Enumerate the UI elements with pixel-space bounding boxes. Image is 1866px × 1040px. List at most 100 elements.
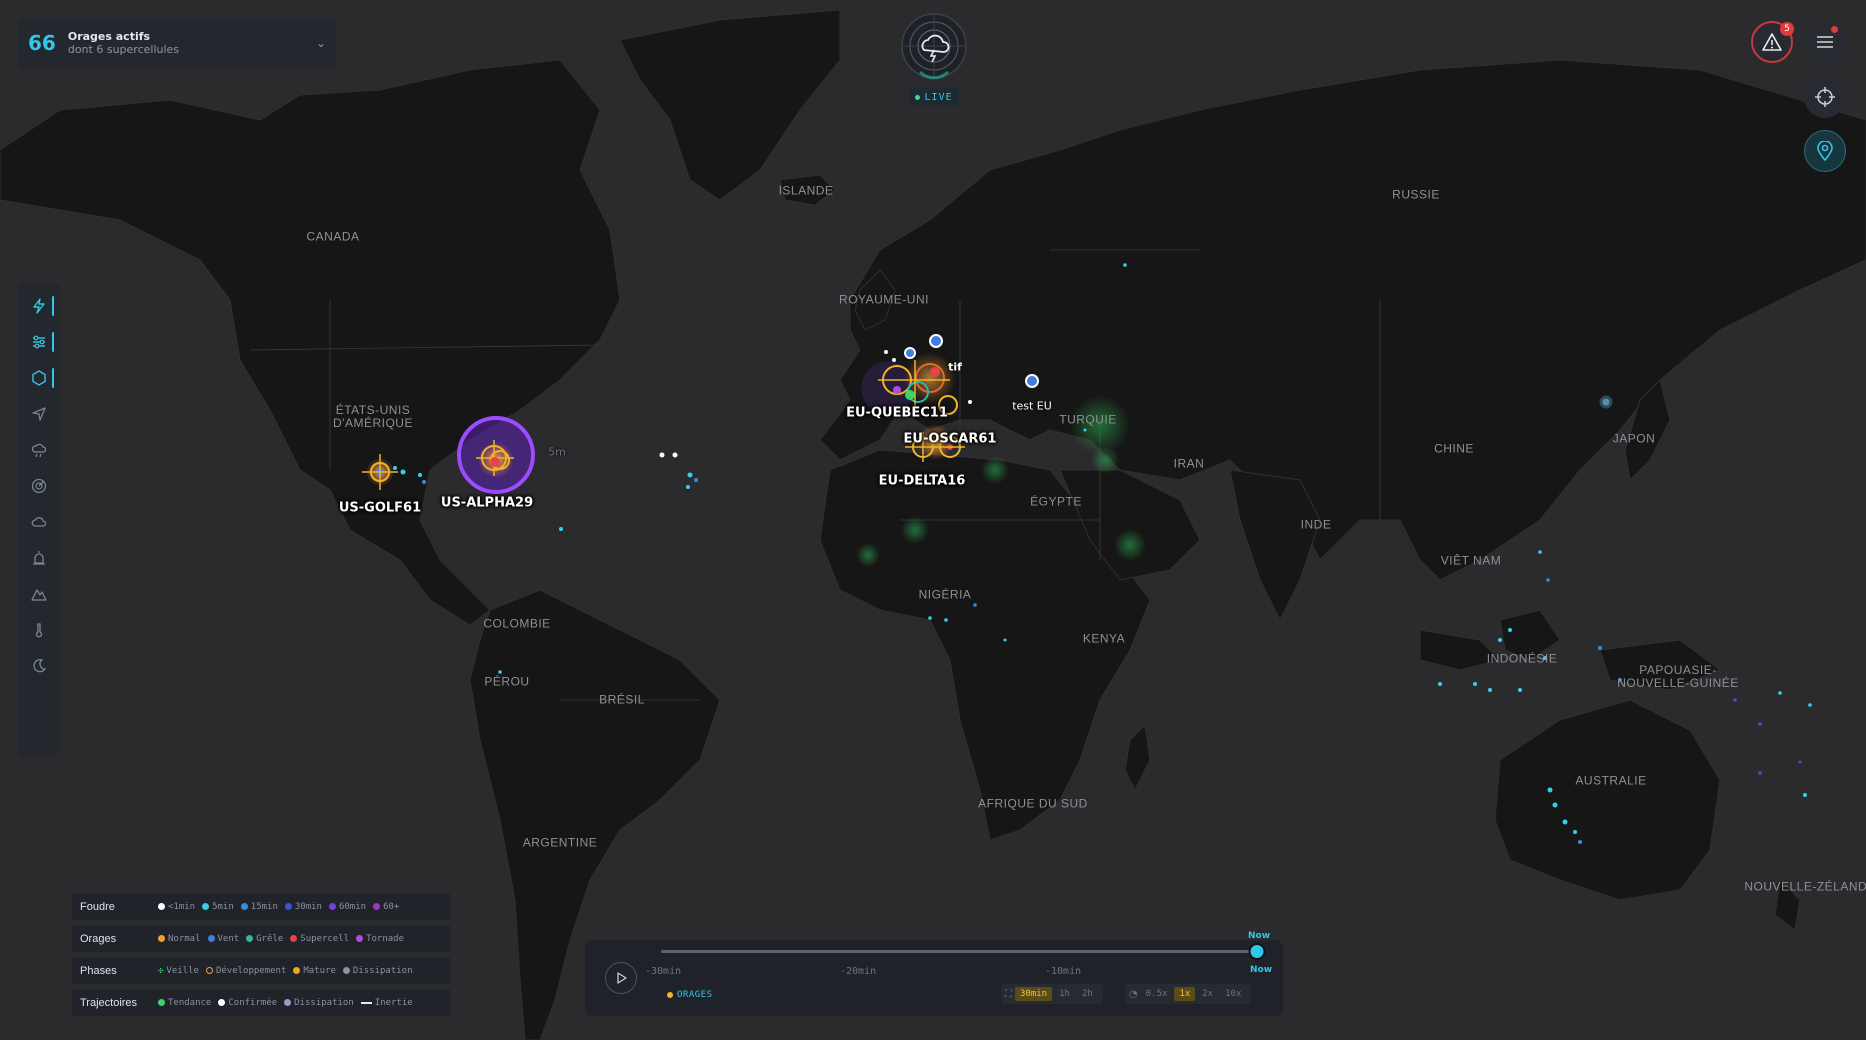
legend-item[interactable]: Développement — [205, 966, 286, 976]
legend-swatch: ✣ — [158, 965, 164, 976]
tool-cloud[interactable] — [18, 504, 60, 540]
map-pin-icon — [1817, 141, 1833, 161]
active-storms-panel[interactable]: 66 Orages actifs dont 6 supercellules ⌄ — [18, 18, 336, 68]
legend-item[interactable]: Inertie — [360, 998, 413, 1008]
speed-option[interactable]: 0.5x — [1141, 987, 1173, 1001]
active-indicator — [52, 332, 54, 352]
tool-radar[interactable] — [18, 468, 60, 504]
expand-icon: ⛶ — [1005, 988, 1012, 1000]
storm-label[interactable]: US-ALPHA29 — [441, 496, 533, 511]
rain-cloud-icon — [31, 443, 47, 458]
legend-item-label: 60+ — [383, 901, 400, 912]
country-label-iran: IRAN — [1173, 456, 1205, 471]
country-label-russie: RUSSIE — [1392, 187, 1440, 202]
layer-toolbar — [18, 283, 60, 756]
legend-item[interactable]: <1min — [158, 902, 195, 912]
alerts-badge: 5 — [1780, 22, 1794, 36]
menu-button[interactable] — [1804, 21, 1846, 63]
legend-item[interactable]: 5min — [202, 902, 234, 912]
layers-sliders-icon — [33, 335, 45, 349]
station-label[interactable]: test EU — [1012, 400, 1052, 413]
storm-marker-us-alpha29[interactable] — [457, 416, 535, 494]
legend-item[interactable]: Tornade — [356, 934, 404, 944]
world-map[interactable] — [0, 0, 1866, 1040]
duration-option[interactable]: 30min — [1015, 987, 1053, 1001]
legend-item[interactable]: Tendance — [158, 998, 211, 1008]
country-label-inde: INDE — [1300, 517, 1332, 532]
storm-label[interactable]: EU-DELTA16 — [879, 474, 966, 489]
legend-item[interactable]: Confirmée — [218, 998, 277, 1008]
country-label-usa: ÉTATS-UNIS D'AMÉRIQUE — [333, 403, 413, 430]
layer-tag: ORAGES — [667, 990, 713, 1000]
play-button[interactable] — [605, 962, 637, 994]
tool-night[interactable] — [18, 648, 60, 684]
legend-item[interactable]: 60min — [328, 902, 366, 912]
tool-hexagon[interactable] — [18, 360, 60, 396]
country-label-bresil: BRÉSIL — [599, 692, 645, 707]
tool-alarm[interactable] — [18, 540, 60, 576]
legend-item-label: Mature — [303, 965, 336, 976]
storm-label[interactable]: EU-QUEBEC11 — [846, 406, 948, 421]
storm-label[interactable]: US-GOLF61 — [339, 501, 421, 516]
legend-category: Foudre — [80, 900, 115, 913]
timeline-handle[interactable] — [1248, 943, 1266, 960]
country-label-egypte: ÉGYPTE — [1030, 494, 1082, 509]
legend-item[interactable]: Normal — [158, 934, 201, 944]
tool-temperature[interactable] — [18, 612, 60, 648]
tool-layers[interactable] — [18, 324, 60, 360]
storm-label[interactable]: EU-OSCAR61 — [904, 432, 997, 447]
speed-option[interactable]: 2x — [1197, 987, 1218, 1001]
supercell-count: dont 6 supercellules — [67, 43, 180, 56]
legend-item[interactable]: 30min — [284, 901, 322, 912]
legend-item[interactable]: 60+ — [373, 902, 399, 912]
legend-item[interactable]: Dissipation — [284, 998, 354, 1008]
speed-option[interactable]: 1x — [1174, 987, 1196, 1001]
legend-item[interactable]: Dissipation — [342, 966, 413, 976]
legend-item-label: Confirmée — [228, 997, 278, 1008]
duration-option[interactable]: 1h — [1054, 987, 1075, 1001]
tool-navigation[interactable] — [18, 396, 60, 432]
alarm-icon — [33, 551, 45, 565]
country-label-nz: NOUVELLE-ZÉLANDE — [1744, 879, 1866, 894]
country-label-colombie: COLOMBIE — [483, 616, 551, 631]
country-label-nigeria: NIGÉRIA — [918, 587, 972, 602]
legend-item-label: Supercell — [300, 933, 350, 944]
play-icon — [617, 972, 627, 984]
legend-item-label: Grêle — [256, 933, 284, 944]
legend-swatch — [293, 967, 301, 974]
legend-item[interactable]: Vent — [207, 934, 239, 944]
navigation-icon — [32, 407, 46, 421]
radar-logo-icon[interactable] — [900, 12, 968, 80]
speed-selector: ◔ 0.5x 1x 2x 10x — [1125, 984, 1252, 1004]
timeline-track[interactable] — [661, 943, 1266, 960]
legend-row-foudre: Foudre <1min 5min 15min 30min 60min 60+ — [72, 893, 450, 920]
legend-item[interactable]: Mature — [293, 966, 336, 976]
tool-lightning[interactable] — [18, 288, 60, 324]
tool-terrain[interactable] — [18, 576, 60, 612]
recenter-button[interactable] — [1804, 76, 1846, 118]
legend-item[interactable]: Supercell — [290, 934, 349, 944]
duration-option[interactable]: 2h — [1077, 987, 1098, 1001]
legend-item-label: <1min — [168, 901, 196, 912]
legend-item[interactable]: 15min — [240, 902, 278, 912]
legend-item[interactable]: Grêle — [246, 934, 283, 944]
legend-item-label: 30min — [294, 901, 322, 912]
location-button[interactable] — [1804, 130, 1846, 172]
speed-option[interactable]: 10x — [1220, 987, 1246, 1001]
cloud-icon — [31, 517, 47, 527]
country-label-papouasie: PAPOUASIE- NOUVELLE-GUINÉE — [1617, 663, 1739, 690]
legend-swatch — [284, 903, 292, 910]
tool-rain[interactable] — [18, 432, 60, 468]
legend-item[interactable]: ✣ Veille — [158, 966, 199, 976]
country-label-indonesie: INDONÉSIE — [1486, 651, 1558, 666]
legend-item-label: Veille — [166, 965, 199, 976]
notification-dot — [1831, 26, 1838, 33]
chevron-down-icon[interactable]: ⌄ — [316, 36, 326, 50]
active-indicator — [52, 296, 54, 316]
timeline-panel: Now -30min -20min -10min Now ORAGES ⛶ 30… — [585, 931, 1283, 1016]
layer-tag-label: ORAGES — [677, 990, 713, 1000]
lightning-icon — [33, 298, 45, 314]
legend-item-label: Tendance — [168, 997, 212, 1008]
country-label-japon: JAPON — [1612, 431, 1656, 446]
timeline-progress — [661, 950, 1257, 953]
